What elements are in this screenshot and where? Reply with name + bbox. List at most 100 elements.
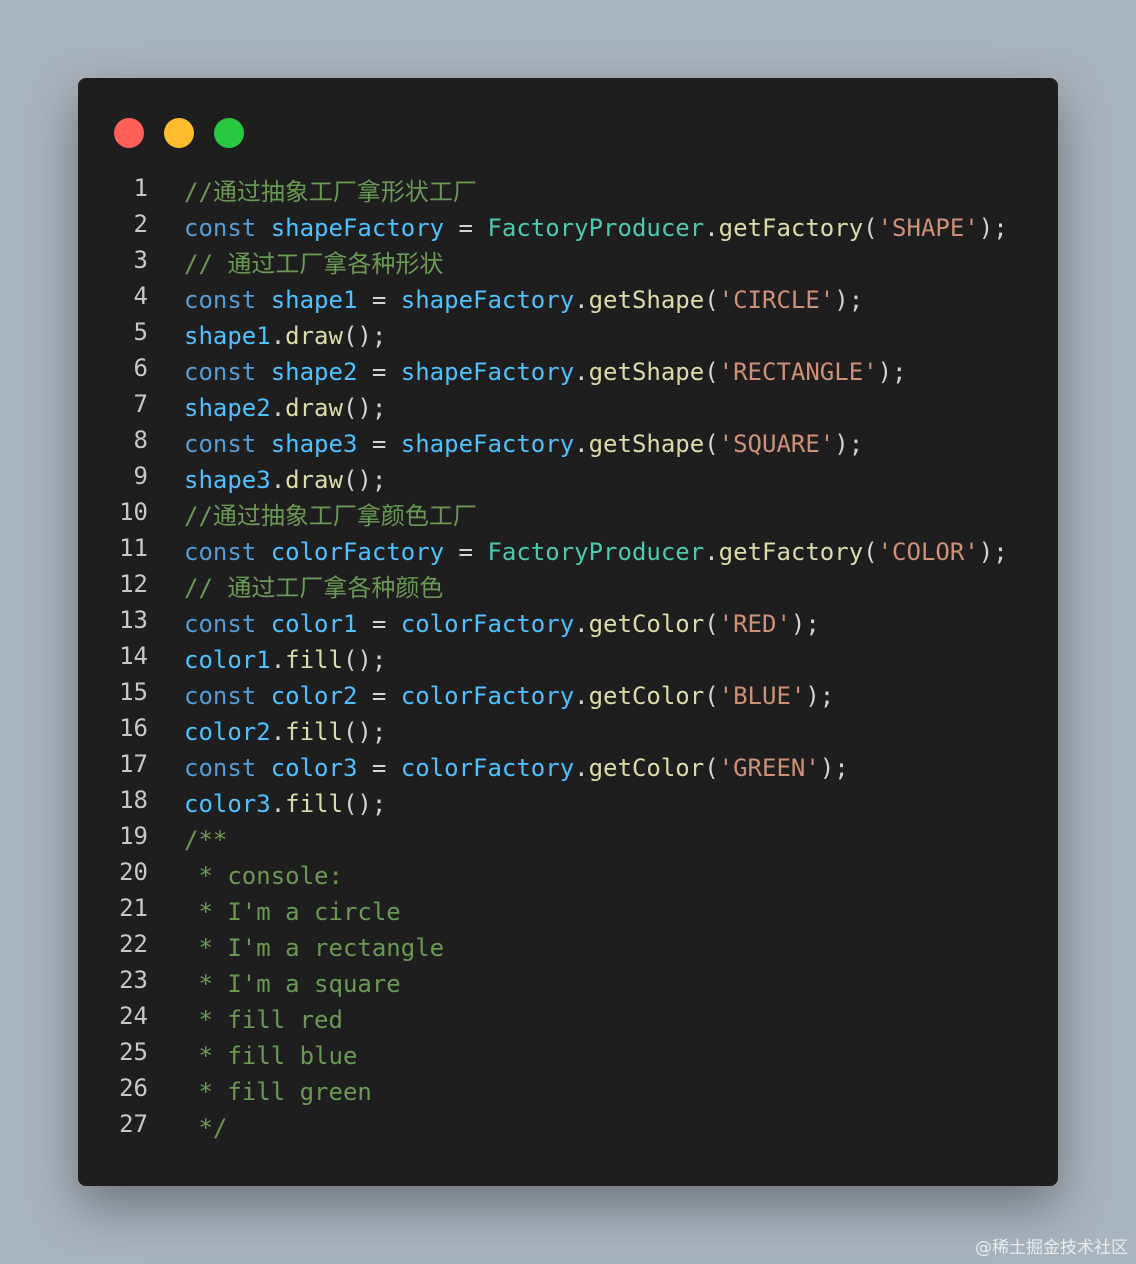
token-variable: shape1 xyxy=(184,322,271,350)
token-variable: shape3 xyxy=(270,430,358,458)
token-string-literal: 'GREEN' xyxy=(718,754,820,782)
token-punctuation: ( xyxy=(704,430,719,458)
code-line: 13 const color1 = colorFactory.getColor('… xyxy=(78,606,1058,642)
line-source: const color1 = colorFactory.getColor('RE… xyxy=(184,606,820,642)
token-punctuation: ); xyxy=(834,430,864,458)
token-punctuation: ( xyxy=(704,610,719,638)
token-operator: = xyxy=(357,682,401,710)
token-comment: // 通过工厂拿各种颜色 xyxy=(184,574,444,602)
code-line: 23 * I'm a square xyxy=(78,966,1058,1002)
token-comment: * I'm a square xyxy=(184,970,401,998)
line-number: 15 xyxy=(119,678,148,706)
token-keyword: const xyxy=(184,682,257,710)
token-punctuation: ( xyxy=(863,538,878,566)
line-source: * fill blue xyxy=(184,1038,357,1074)
token-function-name: getFactory xyxy=(718,214,864,242)
code-line: 8 const shape3 = shapeFactory.getShape('S… xyxy=(78,426,1058,462)
line-source: const shape2 = shapeFactory.getShape('RE… xyxy=(184,354,907,390)
line-source: //通过抽象工厂拿颜色工厂 xyxy=(184,498,477,534)
token-comment: /** xyxy=(184,826,228,854)
line-number: 22 xyxy=(119,930,148,958)
line-number: 2 xyxy=(133,210,148,238)
code-line: 10 //通过抽象工厂拿颜色工厂 xyxy=(78,498,1058,534)
line-number: 24 xyxy=(119,1002,148,1030)
token-string-literal: 'SHAPE' xyxy=(877,214,979,242)
token-comment: //通过抽象工厂拿颜色工厂 xyxy=(184,502,477,530)
token-keyword: const xyxy=(184,538,257,566)
close-dot[interactable] xyxy=(114,118,144,148)
token-punctuation: ( xyxy=(863,214,878,242)
token-punctuation: (); xyxy=(342,790,387,818)
line-number: 21 xyxy=(119,894,148,922)
token-punctuation: ); xyxy=(834,286,864,314)
maximize-dot[interactable] xyxy=(214,118,244,148)
code-line: 20 * console: xyxy=(78,858,1058,894)
token-comment: * I'm a rectangle xyxy=(184,934,445,962)
token-variable: shape3 xyxy=(184,466,271,494)
token-string-literal: 'RECTANGLE' xyxy=(718,358,878,386)
code-line: 22 * I'm a rectangle xyxy=(78,930,1058,966)
token-variable: colorFactory xyxy=(270,538,445,566)
token-operator xyxy=(256,610,270,638)
token-variable: shape2 xyxy=(184,394,271,422)
line-number: 20 xyxy=(119,858,148,886)
token-keyword: const xyxy=(184,610,257,638)
code-line: 16 color2.fill(); xyxy=(78,714,1058,750)
token-comment: * fill red xyxy=(184,1006,343,1034)
token-punctuation: . xyxy=(574,610,589,638)
token-class-name: FactoryProducer xyxy=(487,214,705,242)
token-string-literal: 'SQUARE' xyxy=(718,430,835,458)
token-punctuation: . xyxy=(574,754,589,782)
token-operator: = xyxy=(357,358,401,386)
token-function-name: getShape xyxy=(588,430,705,458)
code-line: 17 const color3 = colorFactory.getColor('… xyxy=(78,750,1058,786)
token-punctuation: . xyxy=(270,466,286,494)
token-punctuation: . xyxy=(574,286,589,314)
token-punctuation: ); xyxy=(805,682,835,710)
line-source: * fill red xyxy=(184,1002,343,1038)
code-line: 7 shape2.draw(); xyxy=(78,390,1058,426)
token-punctuation: . xyxy=(270,646,286,674)
token-punctuation: ( xyxy=(704,754,719,782)
token-keyword: const xyxy=(184,430,257,458)
token-punctuation: (); xyxy=(342,322,387,350)
token-punctuation: . xyxy=(574,682,589,710)
token-punctuation: (); xyxy=(342,394,387,422)
line-number: 6 xyxy=(133,354,148,382)
token-comment: * fill green xyxy=(184,1078,372,1106)
line-source: color2.fill(); xyxy=(184,714,386,750)
line-number: 12 xyxy=(119,570,148,598)
token-function-name: fill xyxy=(285,790,343,818)
token-function-name: getFactory xyxy=(718,538,864,566)
token-comment: * console: xyxy=(184,862,343,890)
line-source: //通过抽象工厂拿形状工厂 xyxy=(184,174,477,210)
token-variable: shapeFactory xyxy=(270,214,445,242)
token-operator: = xyxy=(444,538,488,566)
token-punctuation: ( xyxy=(704,286,719,314)
code-line: 26 * fill green xyxy=(78,1074,1058,1110)
line-number: 5 xyxy=(133,318,148,346)
token-string-literal: 'BLUE' xyxy=(718,682,806,710)
code-line: 5 shape1.draw(); xyxy=(78,318,1058,354)
token-operator xyxy=(256,286,270,314)
token-punctuation: . xyxy=(270,718,286,746)
line-source: */ xyxy=(184,1110,227,1146)
watermark: @稀土掘金技术社区 xyxy=(975,1238,1128,1258)
token-punctuation: (); xyxy=(342,646,387,674)
token-variable: colorFactory xyxy=(400,682,575,710)
window-controls xyxy=(114,118,244,148)
code-line: 3 // 通过工厂拿各种形状 xyxy=(78,246,1058,282)
token-punctuation: . xyxy=(270,322,286,350)
token-keyword: const xyxy=(184,358,257,386)
token-operator: = xyxy=(357,286,401,314)
line-number: 9 xyxy=(133,462,148,490)
token-variable: color1 xyxy=(184,646,271,674)
token-punctuation: . xyxy=(270,790,286,818)
minimize-dot[interactable] xyxy=(164,118,194,148)
token-function-name: draw xyxy=(285,466,343,494)
token-function-name: getColor xyxy=(588,682,705,710)
code-line: 15 const color2 = colorFactory.getColor('… xyxy=(78,678,1058,714)
line-number: 8 xyxy=(133,426,148,454)
token-punctuation: . xyxy=(704,214,719,242)
token-punctuation: (); xyxy=(342,466,387,494)
